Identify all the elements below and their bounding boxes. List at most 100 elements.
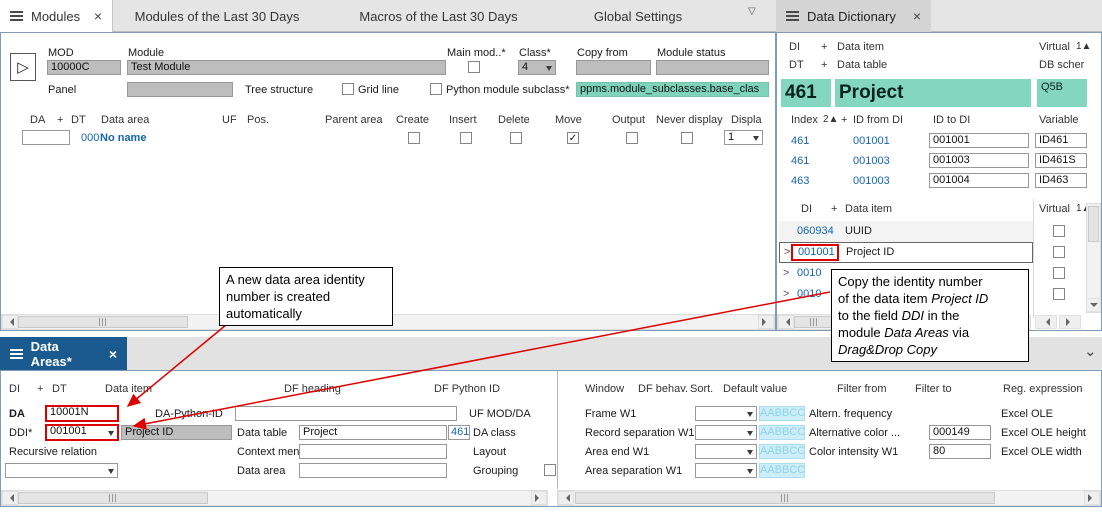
col-data-item[interactable]: Data item [105,383,152,395]
items-plus[interactable]: + [831,203,837,215]
area-separation-select[interactable] [695,463,757,478]
da-input[interactable] [22,130,70,145]
col-output[interactable]: Output [612,114,645,126]
data-item-row[interactable]: 060934 UUID [779,221,1033,242]
relation-row[interactable]: 461 001001 001001 ID461 [777,132,1089,152]
expand-icon[interactable]: > [784,246,790,258]
run-button[interactable]: ▷ [10,53,36,81]
col-reg-expression[interactable]: Reg. expression [1003,383,1083,395]
col-default-value[interactable]: Default value [723,383,787,395]
data-table-field[interactable]: Project [299,425,447,440]
class-select[interactable]: 4 [518,60,556,75]
col-da[interactable]: DA [30,114,45,126]
col-dt[interactable]: DT [71,114,86,126]
subclass-field[interactable]: ppms.module_subclasses.base_clas [576,82,769,97]
items-col-name[interactable]: Data item [845,203,892,215]
col-filter-from[interactable]: Filter from [837,383,887,395]
python-subclass-checkbox[interactable] [430,83,442,95]
area-separation-color-chip[interactable]: AABBCC [759,463,805,478]
frame-w1-select[interactable] [695,406,757,421]
expand-icon[interactable]: > [783,288,789,300]
delete-checkbox[interactable] [510,132,522,144]
grouping-checkbox[interactable] [544,464,556,476]
context-menu-field[interactable] [299,444,447,459]
dict-dt-label[interactable]: DT [789,59,804,71]
virtual-checkbox[interactable] [1053,288,1065,300]
tab-overflow-icon[interactable]: ▽ [748,6,756,17]
col-df-python-id[interactable]: DF Python ID [434,383,500,395]
col-data-area[interactable]: Data area [101,114,149,126]
scroll-left-button[interactable] [2,491,18,505]
scroll-left-button[interactable] [2,315,18,329]
grid-line-checkbox[interactable] [342,83,354,95]
scroll-thumb[interactable] [794,316,834,328]
insert-checkbox[interactable] [460,132,472,144]
record-separation-select[interactable] [695,425,757,440]
scroll-left-button[interactable] [558,491,574,505]
scroll-right-button[interactable] [531,491,547,505]
col-displa[interactable]: Displa [731,114,762,126]
ddi-field[interactable]: 001001 [45,424,119,441]
selected-db-schema[interactable]: Q5B [1037,79,1087,107]
data-area-field[interactable] [299,463,447,478]
move-checkbox[interactable]: ✓ [567,132,579,144]
relation-row[interactable]: 461 001003 001003 ID461S [777,152,1089,172]
collapse-panel-icon[interactable]: ⌄ [1084,342,1097,360]
items-col-virtual[interactable]: Virtual [1039,203,1070,215]
col-plus[interactable]: + [37,383,43,395]
col-window[interactable]: Window [585,383,624,395]
create-checkbox[interactable] [408,132,420,144]
virtual-checkbox[interactable] [1053,225,1065,237]
selected-di[interactable]: 461 [781,79,831,107]
dict-di-label[interactable]: DI [789,41,800,53]
selected-data-item-name[interactable]: Project [835,79,1031,107]
rel-plus[interactable]: + [841,114,847,126]
hamburger-icon[interactable] [786,11,799,21]
main-module-checkbox[interactable] [468,61,480,73]
h-scrollbar-right[interactable] [557,490,1101,506]
df-heading-field[interactable] [235,406,457,421]
close-icon[interactable]: × [109,347,117,361]
tab-macros-last-30-days[interactable]: Macros of the Last 30 Days [321,0,556,32]
col-uf[interactable]: UF [222,114,237,126]
col-plus[interactable]: + [57,114,63,126]
items-col-di[interactable]: DI [801,203,812,215]
dict-db-schema-label[interactable]: DB scher [1039,59,1084,71]
tab-data-dictionary[interactable]: Data Dictionary × [776,0,931,32]
sort-asc-icon[interactable]: 1▲ [1076,41,1091,52]
hamburger-icon[interactable] [10,349,23,359]
module-field[interactable]: Test Module [127,60,446,75]
rel-col-id-to[interactable]: ID to DI [933,114,970,126]
col-df-behav[interactable]: DF behav. [638,383,688,395]
tab-global-settings[interactable]: Global Settings [556,0,720,32]
data-item-row[interactable]: > 001001 Project ID [779,242,1033,263]
rel-col-index[interactable]: Index [791,114,818,126]
col-insert[interactable]: Insert [449,114,477,126]
col-dt[interactable]: DT [52,383,67,395]
col-df-heading[interactable]: DF heading [284,383,341,395]
dict-data-table-label[interactable]: Data table [837,59,887,71]
output-checkbox[interactable] [626,132,638,144]
tab-data-areas[interactable]: Data Areas* × [0,337,127,370]
copy-from-field[interactable] [576,60,651,75]
nav-right-button[interactable] [1059,315,1081,329]
scroll-down-button[interactable] [1086,298,1101,312]
col-pos[interactable]: Pos. [247,114,269,126]
expand-icon[interactable]: > [783,267,789,279]
dict-virtual-label[interactable]: Virtual [1039,41,1070,53]
h-scrollbar-left[interactable] [1,490,548,506]
col-create[interactable]: Create [396,114,429,126]
col-sort[interactable]: Sort. [690,383,713,395]
color-intensity-field[interactable]: 80 [929,444,991,459]
area-end-color-chip[interactable]: AABBCC [759,444,805,459]
nav-left-button[interactable] [1035,315,1057,329]
rel-col-variable[interactable]: Variable [1039,114,1079,126]
col-parent-area[interactable]: Parent area [325,114,382,126]
area-end-select[interactable] [695,444,757,459]
never-display-checkbox[interactable] [681,132,693,144]
sort-asc-icon[interactable]: 2▲ [823,114,838,125]
col-never-display[interactable]: Never display [656,114,723,126]
display-count-select[interactable]: 1 [724,130,763,145]
close-icon[interactable]: × [94,9,102,23]
da-field[interactable]: 10001N [45,405,119,422]
